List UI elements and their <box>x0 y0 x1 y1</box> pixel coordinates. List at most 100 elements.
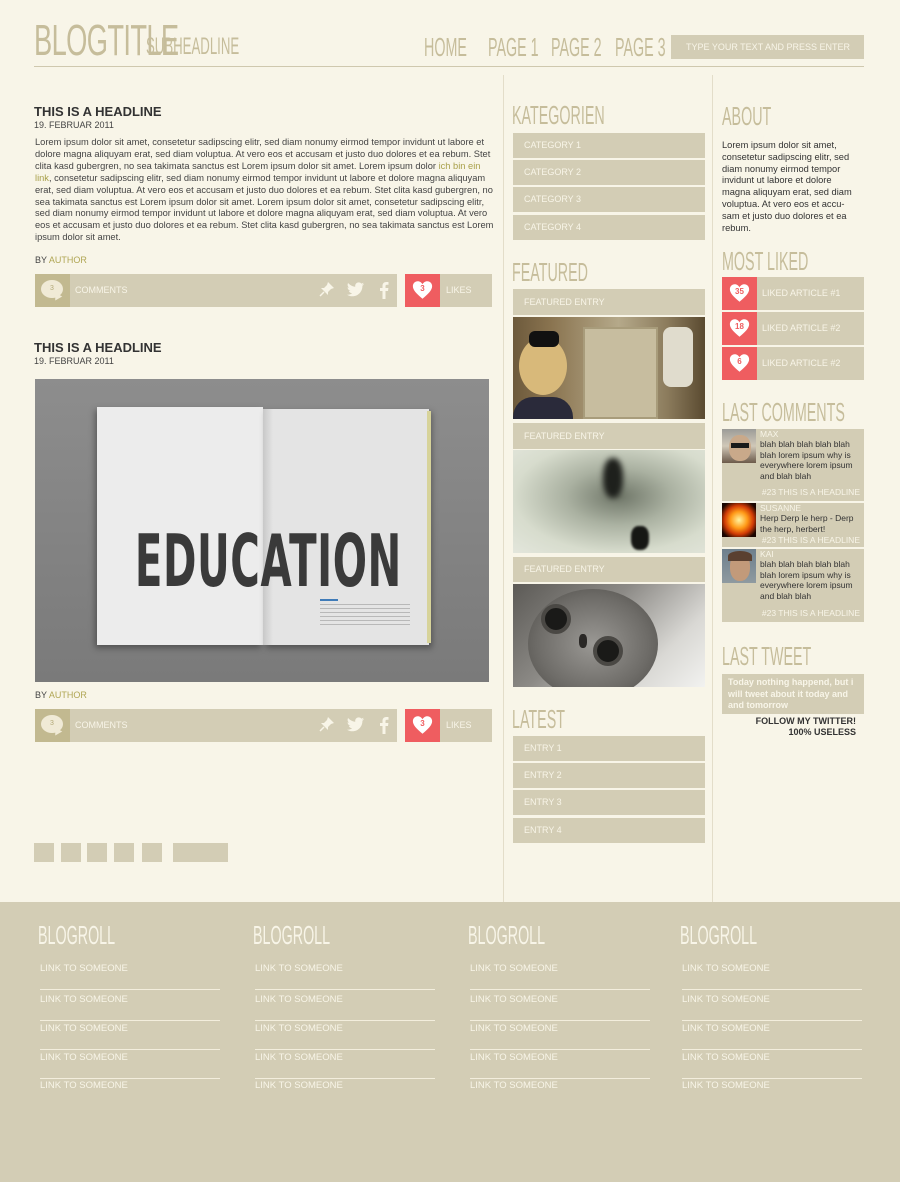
post-image-education-book[interactable]: EDUCATION <box>35 379 489 682</box>
comments-label[interactable]: COMMENTS <box>75 285 128 295</box>
follow-twitter-link[interactable]: FOLLOW MY TWITTER! 100% USELESS <box>722 716 856 738</box>
comment-count-button[interactable]: 3 <box>35 274 70 307</box>
owl-beak <box>579 634 587 648</box>
latest-entry[interactable]: ENTRY 3 <box>513 790 705 815</box>
last-comments-heading: LAST COMMENTS <box>722 397 845 427</box>
comment-post-link[interactable]: #23 THIS IS A HEADLINE <box>762 487 860 497</box>
category-item[interactable]: CATEGORY 2 <box>513 160 705 185</box>
comment-post-link[interactable]: #23 THIS IS A HEADLINE <box>762 608 860 618</box>
about-text: Lorem ipsum dolor sit amet, consetetur s… <box>722 140 852 233</box>
twitter-icon[interactable] <box>347 716 365 734</box>
nav-page-1[interactable]: PAGE 1 <box>488 32 539 63</box>
nav-page-3[interactable]: PAGE 3 <box>615 32 666 63</box>
heart-box: 35 <box>722 277 757 310</box>
last-tweet-heading: LAST TWEET <box>722 641 812 671</box>
shoulder-shape <box>513 397 573 419</box>
blogroll-link[interactable]: LINK TO SOMEONE <box>470 960 650 990</box>
twitter-icon[interactable] <box>347 281 365 299</box>
liked-article[interactable]: 35 LIKED ARTICLE #1 <box>722 277 864 310</box>
blogroll-link[interactable]: LINK TO SOMEONE <box>40 1020 220 1050</box>
blogroll-link[interactable]: LINK TO SOMEONE <box>470 1077 650 1107</box>
liked-article[interactable]: 18 LIKED ARTICLE #2 <box>722 312 864 345</box>
face-shape <box>729 435 751 461</box>
category-item[interactable]: CATEGORY 1 <box>513 133 705 158</box>
like-button[interactable]: 3 LIKES <box>405 274 492 307</box>
blogroll-link[interactable]: LINK TO SOMEONE <box>40 1049 220 1079</box>
blogroll-link[interactable]: LINK TO SOMEONE <box>255 960 435 990</box>
pagination-page-1[interactable] <box>34 843 54 862</box>
pagination-page-5[interactable] <box>142 843 162 862</box>
pagination-page-2[interactable] <box>61 843 81 862</box>
author-link[interactable]: AUTHOR <box>49 255 87 265</box>
category-item[interactable]: CATEGORY 3 <box>513 187 705 212</box>
nav-home[interactable]: HOME <box>424 32 467 63</box>
byline-by: BY <box>35 690 49 700</box>
blogroll-link[interactable]: LINK TO SOMEONE <box>255 1049 435 1079</box>
blogroll-link[interactable]: LINK TO SOMEONE <box>682 1049 862 1079</box>
blogroll-link[interactable]: LINK TO SOMEONE <box>255 1077 435 1107</box>
post-date: 19. FEBRUAR 2011 <box>34 356 114 366</box>
featured-entry[interactable]: FEATURED ENTRY <box>513 557 705 582</box>
latest-entry[interactable]: ENTRY 1 <box>513 736 705 761</box>
comment-count-button[interactable]: 3 <box>35 709 70 742</box>
kategorien-heading: KATEGORIEN <box>512 100 605 130</box>
book-edge <box>427 411 431 643</box>
blogroll-link[interactable]: LINK TO SOMEONE <box>255 991 435 1021</box>
pin-icon[interactable] <box>318 716 336 734</box>
featured-image-woman[interactable] <box>513 317 705 419</box>
featured-image-owl[interactable] <box>513 584 705 687</box>
post-title[interactable]: THIS IS A HEADLINE <box>34 340 162 355</box>
featured-entry[interactable]: FEATURED ENTRY <box>513 289 705 315</box>
bow-shape <box>529 331 559 347</box>
blogroll-heading: BLOGROLL <box>253 920 331 950</box>
comment-post-link[interactable]: #23 THIS IS A HEADLINE <box>762 535 860 545</box>
blogroll-link[interactable]: LINK TO SOMEONE <box>682 1077 862 1107</box>
blogroll-link[interactable]: LINK TO SOMEONE <box>470 991 650 1021</box>
comment-text: Herp Derp le herp - Derp the herp, herbe… <box>760 513 854 534</box>
sunglasses-shape <box>731 443 749 448</box>
blogroll-link[interactable]: LINK TO SOMEONE <box>40 1077 220 1107</box>
likes-count: 3 <box>420 719 425 728</box>
blogroll-link[interactable]: LINK TO SOMEONE <box>682 1020 862 1050</box>
comments-label[interactable]: COMMENTS <box>75 720 128 730</box>
blogroll-link[interactable]: LINK TO SOMEONE <box>470 1020 650 1050</box>
blogroll-link[interactable]: LINK TO SOMEONE <box>682 991 862 1021</box>
latest-entry[interactable]: ENTRY 4 <box>513 818 705 843</box>
blogroll-link[interactable]: LINK TO SOMEONE <box>40 960 220 990</box>
post-title[interactable]: THIS IS A HEADLINE <box>34 104 162 119</box>
comment-item[interactable]: SUSANNE Herp Derp le herp - Derp the her… <box>722 503 864 547</box>
category-item[interactable]: CATEGORY 4 <box>513 215 705 240</box>
page-accent-line <box>320 599 338 601</box>
pagination-page-3[interactable] <box>87 843 107 862</box>
featured-image-glass[interactable] <box>513 450 705 553</box>
page-small-text <box>320 604 410 626</box>
follow-line-2: 100% USELESS <box>788 727 856 737</box>
blogroll-link[interactable]: LINK TO SOMEONE <box>470 1049 650 1079</box>
facebook-icon[interactable] <box>375 281 393 299</box>
heart-box: 18 <box>722 312 757 345</box>
pagination-next[interactable] <box>173 843 228 862</box>
blogroll-link[interactable]: LINK TO SOMEONE <box>255 1020 435 1050</box>
comment-item[interactable]: MAX blah blah blah blah blah blah lorem … <box>722 429 864 501</box>
most-liked-heading: MOST LIKED <box>722 246 809 276</box>
featured-entry[interactable]: FEATURED ENTRY <box>513 423 705 449</box>
author-link[interactable]: AUTHOR <box>49 690 87 700</box>
avatar <box>722 503 756 537</box>
pin-icon[interactable] <box>318 281 336 299</box>
facebook-icon[interactable] <box>375 716 393 734</box>
search-input[interactable] <box>671 35 864 59</box>
likes-label: LIKES <box>446 720 472 730</box>
post-body: Lorem ipsum dolor sit amet, consetetur s… <box>35 137 495 244</box>
featured-heading: FEATURED <box>512 257 589 287</box>
pagination-page-4[interactable] <box>114 843 134 862</box>
nav-page-2[interactable]: PAGE 2 <box>551 32 602 63</box>
latest-heading: LATEST <box>512 704 565 734</box>
latest-entry[interactable]: ENTRY 2 <box>513 763 705 788</box>
blogroll-link[interactable]: LINK TO SOMEONE <box>40 991 220 1021</box>
post-action-bar: 3 COMMENTS <box>35 709 397 742</box>
comment-item[interactable]: KAI blah blah blah blah blah blah lorem … <box>722 549 864 622</box>
like-button[interactable]: 3 LIKES <box>405 709 492 742</box>
liked-article[interactable]: 6 LIKED ARTICLE #2 <box>722 347 864 380</box>
liked-label: LIKED ARTICLE #2 <box>762 323 841 333</box>
blogroll-link[interactable]: LINK TO SOMEONE <box>682 960 862 990</box>
